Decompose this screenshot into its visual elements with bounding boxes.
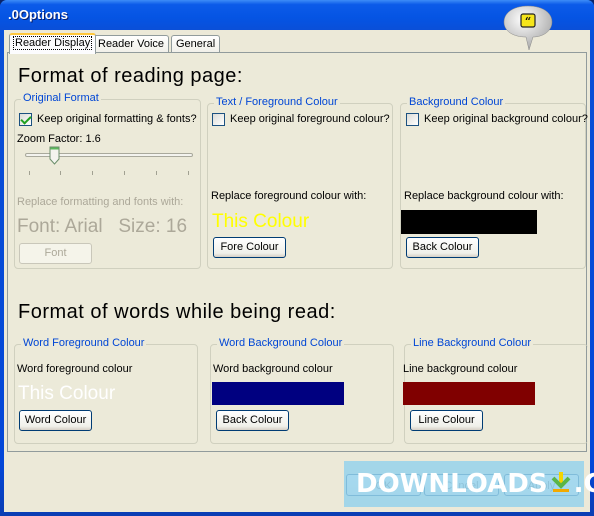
slider-tick xyxy=(60,171,61,175)
dialog-body: Reader Display Reader Voice General Form… xyxy=(4,30,590,512)
download-arrow-icon xyxy=(551,472,571,492)
keep-background-label: Keep original background colour? xyxy=(424,113,588,125)
keep-foreground-label: Keep original foreground colour? xyxy=(230,113,390,125)
word-background-label: Word background colour xyxy=(213,363,333,375)
word-background-group: Word Background Colour Word background c… xyxy=(210,337,394,444)
group-legend: Background Colour xyxy=(407,96,506,108)
fore-colour-button[interactable]: Fore Colour xyxy=(213,237,286,258)
tab-label: Reader Voice xyxy=(98,38,165,50)
downloads-guru-watermark: DOWNLOADS .GURU xyxy=(344,461,594,507)
words-being-read-heading: Format of words while being read: xyxy=(18,301,336,323)
tab-label: Reader Display xyxy=(12,36,93,50)
word-foreground-label: Word foreground colour xyxy=(17,363,133,375)
tab-reader-voice[interactable]: Reader Voice xyxy=(93,35,170,53)
replace-foreground-label: Replace foreground colour with: xyxy=(211,190,367,202)
line-background-label: Line background colour xyxy=(403,363,518,375)
word-colour-button[interactable]: Word Colour xyxy=(19,410,92,431)
background-colour-group: Background Colour Keep original backgrou… xyxy=(400,96,588,269)
watermark-text: DOWNLOADS .GURU xyxy=(356,469,594,499)
foreground-color-preview: This Colour xyxy=(212,211,310,232)
watermark-main: DOWNLOADS xyxy=(356,469,548,499)
slider-tick xyxy=(92,171,93,175)
group-legend: Word Foreground Colour xyxy=(21,337,147,349)
keep-formatting-label: Keep original formatting & fonts? xyxy=(37,113,197,125)
slider-tick xyxy=(29,171,30,175)
word-foreground-preview: This Colour xyxy=(18,383,116,404)
watermark-suffix: .GURU xyxy=(573,469,594,499)
group-legend: Line Background Colour xyxy=(411,337,534,349)
word-background-swatch xyxy=(212,382,344,405)
speech-bubble-icon: “ xyxy=(503,5,553,51)
keep-foreground-checkbox[interactable] xyxy=(212,113,225,126)
font-preview: Font: Arial Size: 16 xyxy=(17,216,188,237)
background-color-swatch xyxy=(401,210,537,234)
keep-formatting-checkbox[interactable] xyxy=(19,113,32,126)
tab-general[interactable]: General xyxy=(171,35,221,53)
replace-formatting-label: Replace formatting and fonts with: xyxy=(17,196,184,208)
options-window: .0Options Reader Display Reader Voice Ge… xyxy=(0,0,594,516)
text-foreground-group: Text / Foreground Colour Keep original f… xyxy=(207,96,393,269)
slider-tick xyxy=(124,171,125,175)
zoom-factor-label: Zoom Factor: 1.6 xyxy=(17,133,101,145)
tab-reader-display[interactable]: Reader Display xyxy=(9,33,97,54)
window-title: .0Options xyxy=(8,7,68,22)
font-button[interactable]: Font xyxy=(19,243,92,264)
group-legend: Text / Foreground Colour xyxy=(214,96,340,108)
line-background-group: Line Background Colour Line background c… xyxy=(403,337,588,444)
reading-page-heading: Format of reading page: xyxy=(18,65,243,87)
svg-text:“: “ xyxy=(525,15,531,28)
group-legend: Word Background Colour xyxy=(217,337,345,349)
keep-background-checkbox[interactable] xyxy=(406,113,419,126)
reader-display-panel: Format of reading page: Original Format … xyxy=(7,52,588,452)
group-legend: Original Format xyxy=(21,92,101,104)
replace-background-label: Replace background colour with: xyxy=(404,190,564,202)
slider-tick xyxy=(156,171,157,175)
font-preview-clip: Font: Arial Size: 16 xyxy=(17,216,200,240)
zoom-slider-thumb[interactable] xyxy=(49,146,60,166)
original-format-group: Original Format Keep original formatting… xyxy=(14,92,201,269)
line-background-swatch xyxy=(403,382,535,405)
back-colour-button[interactable]: Back Colour xyxy=(406,237,479,258)
word-foreground-group: Word Foreground Colour Word foreground c… xyxy=(14,337,198,444)
tab-label: General xyxy=(176,38,216,50)
line-colour-button[interactable]: Line Colour xyxy=(410,410,483,431)
slider-tick xyxy=(188,171,189,175)
word-back-colour-button[interactable]: Back Colour xyxy=(216,410,289,431)
